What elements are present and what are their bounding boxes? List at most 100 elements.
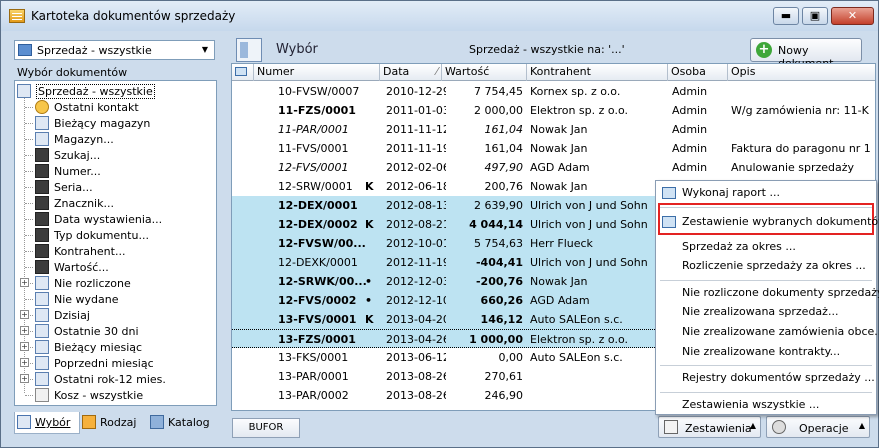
list-icon [17,84,31,98]
cell-data: 2011-01-03 [386,104,446,117]
cell-data: 2013-04-26 [386,333,446,346]
tree-item-ostatnie-30-dni[interactable]: + Ostatnie 30 dni [15,323,215,339]
column-header-numer[interactable]: Numer [254,64,380,81]
expand-icon[interactable]: + [20,310,29,319]
chevron-up-icon[interactable]: ▲ [750,421,756,430]
cell-numer: 12-DEXK/0001 [278,256,358,269]
expand-icon[interactable]: + [20,374,29,383]
cell-data: 2011-11-12 [386,123,446,136]
tree-item-seria[interactable]: Seria... [15,179,215,195]
tree-item-data-wystawienia[interactable]: Data wystawienia... [15,211,215,227]
title-bar[interactable]: Kartoteka dokumentów sprzedaży ▬ ▣ ✕ [1,1,878,31]
tree-branch-line [25,267,33,268]
close-button[interactable]: ✕ [831,7,874,25]
list-icon [35,116,49,130]
menu-item-nie-zrealizowana-sprzedaz[interactable]: Nie zrealizowana sprzedaż... [682,303,838,321]
chevron-up-icon[interactable]: ▲ [859,421,865,430]
tree-item-nie-rozliczone[interactable]: + Nie rozliczone [15,275,215,291]
menu-item-nie-zrealizowane-kontrakty[interactable]: Nie zrealizowane kontrakty... [682,343,840,361]
cell-flag: K [365,180,374,193]
tree-item-poprzedni-miesiac[interactable]: + Poprzedni miesiąc [15,355,215,371]
tab-katalog[interactable]: Katalog [148,412,220,434]
tree-item-ostatni-rok-12-mies[interactable]: + Ostatni rok-12 mies. [15,371,215,387]
cell-kontrahent: Nowak Jan [530,142,588,155]
tree-item-kontrahent[interactable]: Kontrahent... [15,243,215,259]
tree-item-ostatni-kontakt[interactable]: Ostatni kontakt [15,99,215,115]
cell-flag: K [365,313,374,326]
tab-wybor[interactable]: Wybór [14,412,80,434]
menu-item-wykonaj-raport[interactable]: Wykonaj raport ... [682,184,780,202]
tree-item-sprzedaz-wszystkie[interactable]: Sprzedaż - wszystkie [15,83,215,99]
column-header-osoba[interactable]: Osoba [668,64,728,81]
tree-branch-line [25,299,33,300]
tree-item-dzisiaj[interactable]: + Dzisiaj [15,307,215,323]
zestawienia-label: Zestawienia [685,422,752,435]
tree-item-label: Bieżący magazyn [54,117,151,130]
search-icon [17,415,31,429]
table-row[interactable]: 10-FVSW/0007 2010-12-29 7 754,45 Kornex sp.… [232,82,875,101]
expand-icon[interactable]: + [20,358,29,367]
tree-item-kosz-wszystkie[interactable]: Kosz - wszystkie [15,387,215,403]
expand-icon[interactable]: + [20,278,29,287]
tree-item-biezacy-miesiac[interactable]: + Bieżący miesiąc [15,339,215,355]
tree-item-label: Bieżący miesiąc [54,341,143,354]
column-header-opis[interactable]: Opis [728,64,875,81]
tree-item-nie-wydane[interactable]: Nie wydane [15,291,215,307]
cell-data: 2012-06-18 [386,180,446,193]
report-icon [662,187,676,199]
column-header-kontrahent[interactable]: Kontrahent [527,64,668,81]
expand-icon[interactable]: + [20,342,29,351]
selection-tree[interactable]: Sprzedaż - wszystkie Ostatni kontakt Bieżą… [14,80,217,406]
chevron-down-icon[interactable]: ▼ [197,42,213,58]
column-header-data[interactable]: Data ⁄ [380,64,442,81]
tab-label: Wybór [35,416,71,429]
minimize-button[interactable]: ▬ [773,7,799,25]
zestawienia-button[interactable]: Zestawienia ▲ [658,416,761,438]
cell-kontrahent: Elektron sp. z o.o. [530,104,628,117]
tab-rodzaj[interactable]: Rodzaj [80,412,148,434]
table-row[interactable]: 11-FVS/0001 2011-11-19 161,04 Nowak Jan Admi… [232,139,875,158]
column-header-wartosc[interactable]: Wartość [442,64,527,81]
tree-item-label: Ostatnie 30 dni [54,325,139,338]
table-row[interactable]: 11-FZS/0001 2011-01-03 2 000,00 Elektron sp… [232,101,875,120]
operacje-button[interactable]: Operacje ▲ [766,416,870,438]
tree-branch-line [25,123,33,124]
menu-item-rejestry-dokumentow-sprzedazy[interactable]: Rejestry dokumentów sprzedaży ... [682,369,875,387]
cell-wartosc: 161,04 [484,123,524,136]
cell-osoba: Admin [672,161,708,174]
cell-wartosc: 1 000,00 [469,333,523,346]
menu-item-nie-rozliczone-dokumenty-sprzedazy[interactable]: Nie rozliczone dokumenty sprzedaży ... [682,284,879,302]
tree-item-szukaj[interactable]: Szukaj... [15,147,215,163]
binoculars-icon [35,164,49,178]
menu-item-zestawienie-wybranych-dokumentow[interactable]: Zestawienie wybranych dokumentów ... [682,213,879,231]
menu-item-rozliczenie-sprzedazy-za-okres[interactable]: Rozliczenie sprzedaży za okres ... [682,257,866,275]
select-all-header[interactable] [232,64,254,81]
document-set-select[interactable]: Sprzedaż - wszystkie ▼ [14,40,215,60]
tab-label: Rodzaj [100,416,137,429]
menu-item-sprzedaz-za-okres[interactable]: Sprzedaż za okres ... [682,238,796,256]
table-row[interactable]: 12-FVS/0001 2012-02-06 497,90 AGD Adam Admin… [232,158,875,177]
tree-item-label: Sprzedaż - wszystkie [36,84,155,99]
list-icon [35,132,49,146]
table-row[interactable]: 11-PAR/0001 2011-11-12 161,04 Nowak Jan Admi… [232,120,875,139]
tree-item-biezacy-magazyn[interactable]: Bieżący magazyn [15,115,215,131]
cell-kontrahent: AGD Adam [530,294,590,307]
menu-item-zestawienia-wszystkie[interactable]: Zestawienia wszystkie ... [682,396,819,414]
maximize-button[interactable]: ▣ [802,7,828,25]
bufor-button[interactable]: BUFOR [232,418,300,438]
new-document-button[interactable]: + Nowy dokument [750,38,862,70]
expand-icon[interactable]: + [20,326,29,335]
tree-item-typ-dokumentu[interactable]: Typ dokumentu... [15,227,215,243]
tree-item-wartosc[interactable]: Wartość... [15,259,215,275]
menu-item-nie-zrealizowane-zamowienia-obce[interactable]: Nie zrealizowane zamówienia obce... [682,323,879,341]
cell-opis: Anulowanie sprzedaży [731,161,855,174]
tree-item-label: Nie rozliczone [54,277,131,290]
tree-item-znacznik[interactable]: Znacznik... [15,195,215,211]
list-icon [18,44,32,56]
tree-item-magazyn[interactable]: Magazyn... [15,131,215,147]
window: Kartoteka dokumentów sprzedaży ▬ ▣ ✕ Spr… [0,0,879,448]
menu-separator [660,391,872,393]
cell-numer: 11-FZS/0001 [278,104,356,117]
tree-item-label: Numer... [54,165,101,178]
tree-item-numer[interactable]: Numer... [15,163,215,179]
